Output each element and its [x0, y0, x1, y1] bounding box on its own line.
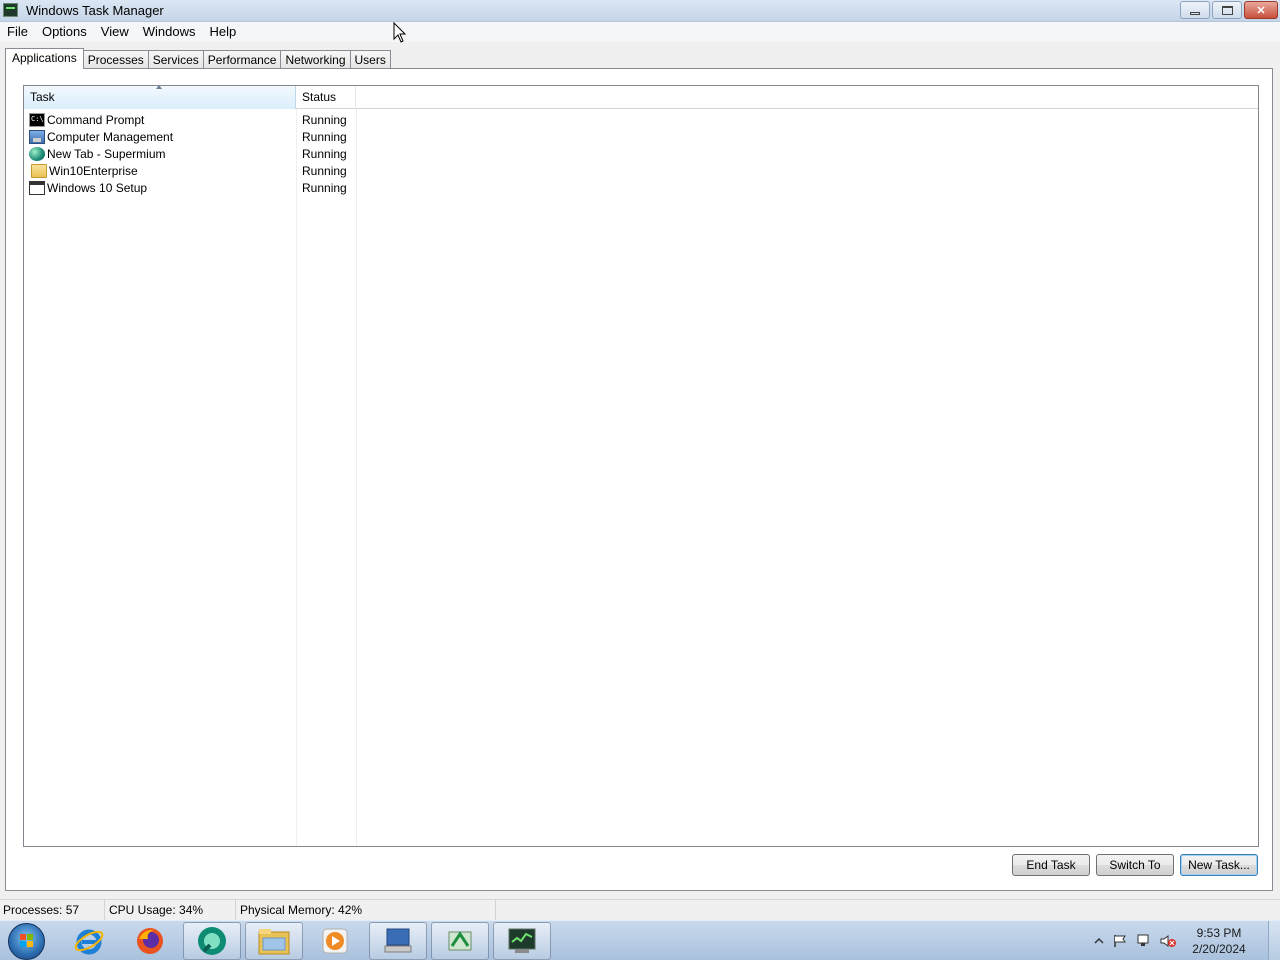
supermium-icon	[29, 146, 45, 161]
task-manager-icon	[3, 3, 18, 17]
applications-list[interactable]: Task Status Command Prompt Running Compu…	[23, 85, 1259, 847]
status-cell: Running	[302, 146, 347, 161]
taskbar-remote-desktop[interactable]	[369, 922, 427, 960]
network-icon	[448, 931, 472, 951]
taskbar-media-player[interactable]	[306, 922, 364, 960]
close-button[interactable]: ✕	[1244, 1, 1278, 19]
title-bar[interactable]: Windows Task Manager ✕	[0, 0, 1280, 22]
menu-view[interactable]: View	[94, 22, 136, 42]
task-cell: Command Prompt	[24, 112, 296, 127]
tab-users[interactable]: Users	[349, 50, 391, 69]
task-cell: Computer Management	[24, 129, 296, 144]
menu-options[interactable]: Options	[35, 22, 94, 42]
tab-processes[interactable]: Processes	[82, 50, 149, 69]
file-explorer-icon	[258, 929, 290, 955]
folder-icon	[31, 163, 47, 178]
task-cell: Win10Enterprise	[24, 163, 296, 178]
task-name: Windows 10 Setup	[47, 180, 148, 195]
task-name: Computer Management	[47, 129, 174, 144]
taskbar-firefox[interactable]	[121, 922, 179, 960]
status-cell: Running	[302, 163, 347, 178]
window-icon	[29, 180, 45, 195]
window-title: Windows Task Manager	[26, 3, 164, 18]
status-cell: Running	[302, 112, 347, 127]
supermium-icon	[198, 927, 226, 955]
taskbar-supermium[interactable]	[183, 922, 241, 960]
status-cell: Running	[302, 180, 347, 195]
menu-bar: File Options View Windows Help	[0, 22, 1280, 42]
column-divider	[356, 109, 357, 846]
command-prompt-icon	[29, 112, 45, 127]
taskbar-file-explorer[interactable]	[245, 922, 303, 960]
column-divider	[296, 109, 297, 846]
switch-to-button[interactable]: Switch To	[1096, 854, 1174, 876]
cpu-usage: CPU Usage: 34%	[105, 900, 236, 921]
clock-date: 2/20/2024	[1192, 942, 1246, 956]
table-row[interactable]: Command Prompt Running	[24, 111, 1258, 128]
restore-icon	[1221, 5, 1233, 15]
task-cell: Windows 10 Setup	[24, 180, 296, 195]
sort-ascending-icon	[156, 86, 162, 89]
task-cell: New Tab - Supermium	[24, 146, 296, 161]
show-desktop-button[interactable]	[1268, 921, 1280, 960]
tab-services[interactable]: Services	[147, 50, 204, 69]
end-task-button[interactable]: End Task	[1012, 854, 1090, 876]
processes-count: Processes: 57	[0, 900, 105, 921]
column-header-task[interactable]: Task	[24, 86, 296, 109]
task-name: Win10Enterprise	[49, 163, 138, 178]
menu-file[interactable]: File	[0, 22, 35, 42]
column-header-task-label: Task	[30, 90, 55, 104]
tab-applications[interactable]: Applications	[5, 48, 84, 69]
table-row[interactable]: New Tab - Supermium Running	[24, 145, 1258, 162]
menu-help[interactable]: Help	[202, 22, 243, 42]
menu-windows[interactable]: Windows	[136, 22, 203, 42]
task-manager-icon	[508, 928, 536, 953]
status-cell: Running	[302, 129, 347, 144]
close-icon: ✕	[1256, 4, 1266, 17]
task-name: Command Prompt	[47, 112, 145, 127]
new-task-button[interactable]: New Task...	[1180, 854, 1258, 876]
system-tray: 9:53 PM 2/20/2024	[1094, 921, 1280, 960]
table-row[interactable]: Computer Management Running	[24, 128, 1258, 145]
windows-logo-icon	[20, 934, 34, 948]
table-row[interactable]: Win10Enterprise Running	[24, 162, 1258, 179]
taskbar-task-manager[interactable]	[493, 922, 551, 960]
tab-strip: Applications Processes Services Performa…	[5, 48, 391, 69]
volume-muted-icon[interactable]	[1160, 934, 1176, 948]
mouse-cursor-icon	[393, 22, 407, 43]
network-status-icon[interactable]	[1136, 934, 1152, 948]
list-header: Task Status	[24, 86, 1258, 109]
minimize-button[interactable]	[1180, 1, 1210, 19]
action-center-flag-icon[interactable]	[1112, 934, 1128, 948]
firefox-icon	[137, 928, 163, 954]
window-controls: ✕	[1180, 1, 1278, 19]
internet-explorer-icon	[74, 929, 104, 955]
clock-time: 9:53 PM	[1196, 926, 1242, 940]
taskbar: 9:53 PM 2/20/2024	[0, 920, 1280, 960]
tab-performance[interactable]: Performance	[202, 50, 282, 69]
media-player-icon	[322, 928, 348, 954]
column-header-status[interactable]: Status	[296, 86, 356, 109]
taskbar-network[interactable]	[431, 922, 489, 960]
physical-memory: Physical Memory: 42%	[236, 900, 496, 921]
start-button[interactable]	[8, 923, 45, 960]
column-header-status-label: Status	[302, 90, 337, 104]
computer-management-icon	[29, 129, 45, 144]
list-rows: Command Prompt Running Computer Manageme…	[24, 111, 1258, 196]
clock[interactable]: 9:53 PM 2/20/2024	[1184, 925, 1254, 957]
show-hidden-icons-icon[interactable]	[1094, 934, 1104, 948]
table-row[interactable]: Windows 10 Setup Running	[24, 179, 1258, 196]
minimize-icon	[1190, 11, 1200, 15]
status-bar: Processes: 57 CPU Usage: 34% Physical Me…	[0, 899, 1280, 921]
task-name: New Tab - Supermium	[47, 146, 166, 161]
tab-networking[interactable]: Networking	[280, 50, 351, 69]
remote-desktop-icon	[384, 928, 412, 953]
restore-button[interactable]	[1212, 1, 1242, 19]
taskbar-internet-explorer[interactable]	[60, 922, 118, 960]
